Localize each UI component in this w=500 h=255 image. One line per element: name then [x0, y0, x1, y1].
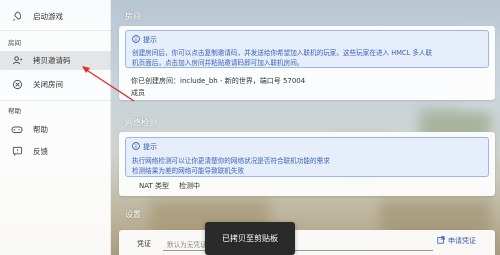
sidebar-item-label: 关闭房间 [33, 80, 63, 89]
sidebar-section-help: 帮助 [8, 107, 21, 115]
external-link-icon [437, 236, 445, 246]
room-card: 提示 创建房间后，你可以点击复制邀请码，并发送给你希望加入联机的玩家。这些玩家在… [119, 26, 495, 100]
apply-voucher-link[interactable]: 申请凭证 [437, 236, 476, 246]
settings-card: 凭证 默认为无凭证，你也可以点击兑换凭证 申请凭证 [119, 230, 495, 255]
feedback-icon [11, 146, 23, 158]
sidebar: 启动游戏 房间 拷贝邀请码 关闭房间 帮助 帮助 反馈 [0, 0, 111, 255]
gamepad-icon [11, 124, 23, 136]
info-icon [132, 35, 140, 45]
info-icon [132, 142, 140, 152]
tip-title: 提示 [143, 36, 157, 44]
sidebar-item-help[interactable]: 帮助 [0, 120, 111, 139]
sidebar-item-copy-invite[interactable]: 拷贝邀请码 [0, 51, 111, 70]
sidebar-item-label: 帮助 [33, 125, 48, 134]
nat-type-label: NAT 类型 [139, 182, 169, 190]
room-section-title: 房间 [125, 12, 141, 21]
room-created-info: 你已创建房间：include_bh - 新的世界，端口号 57004 [131, 77, 306, 85]
sidebar-item-feedback[interactable]: 反馈 [0, 142, 111, 161]
sidebar-section-room: 房间 [8, 39, 21, 47]
copied-toast: 已拷贝至剪贴板 [205, 222, 295, 255]
members-label: 成员 [131, 89, 145, 97]
voucher-label: 凭证 [137, 240, 151, 248]
tip-text: 机页面后，点击加入房间并粘贴邀请码即可加入联机房间。 [132, 59, 304, 67]
sidebar-item-label: 启动游戏 [33, 12, 63, 21]
tip-header: 提示 [132, 142, 157, 152]
network-card: 提示 执行网络检测可以让你更清楚你的网络状况是否符合联机功能的需求 检测结果为差… [119, 132, 495, 196]
voucher-input[interactable]: 默认为无凭证，你也可以点击兑换凭证 [163, 235, 433, 251]
tip-text: 检测结果为差的网络可能导致联机失败 [132, 167, 245, 175]
close-circle-icon [11, 79, 23, 91]
sidebar-item-label: 拷贝邀请码 [33, 56, 71, 65]
rocket-icon [11, 11, 23, 23]
sidebar-item-launch-game[interactable]: 启动游戏 [0, 7, 111, 26]
user-copy-icon [11, 55, 23, 67]
tip-header: 提示 [132, 35, 157, 45]
settings-section-title: 设置 [125, 210, 141, 219]
nat-type-value: 检测中 [179, 182, 200, 190]
sidebar-item-label: 反馈 [33, 147, 48, 156]
divider [0, 30, 111, 31]
tip-title: 提示 [143, 143, 157, 151]
divider [0, 100, 111, 101]
apply-voucher-label: 申请凭证 [448, 237, 476, 245]
network-tip-box: 提示 执行网络检测可以让你更清楚你的网络状况是否符合联机功能的需求 检测结果为差… [125, 137, 489, 177]
network-section-title: 网络检测 [125, 118, 157, 127]
sidebar-item-close-room[interactable]: 关闭房间 [0, 75, 111, 94]
room-tip-box: 提示 创建房间后，你可以点击复制邀请码，并发送给你希望加入联机的玩家。这些玩家在… [125, 30, 489, 68]
tip-text: 创建房间后，你可以点击复制邀请码，并发送给你希望加入联机的玩家。这些玩家在进入 … [132, 49, 433, 57]
tip-text: 执行网络检测可以让你更清楚你的网络状况是否符合联机功能的需求 [132, 157, 330, 165]
